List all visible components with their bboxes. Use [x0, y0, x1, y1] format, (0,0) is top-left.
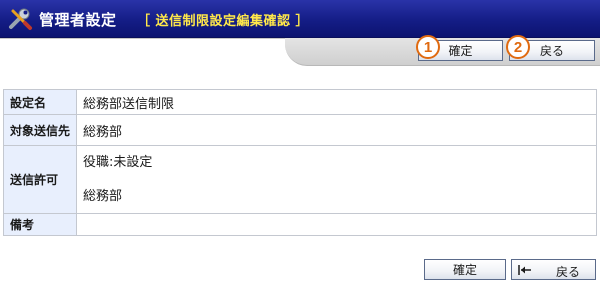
row-value-target: 総務部: [76, 114, 597, 146]
back-button-label: 戻る: [556, 265, 581, 279]
row-label-remarks: 備考: [3, 213, 77, 236]
title-bar: 管理者設定 ［ 送信制限設定編集確認 ］: [0, 0, 600, 38]
row-value-remarks: [76, 213, 597, 236]
row-label-permission: 送信許可: [3, 145, 77, 214]
back-button-label: 戻る: [539, 44, 564, 58]
detail-table: 設定名 総務部送信制限 対象送信先 総務部 送信許可 役職:未設定 総務部 備考: [3, 89, 597, 236]
row-value-setting-name: 総務部送信制限: [76, 89, 597, 115]
confirm-button-label: 確定: [448, 44, 473, 58]
row-label-setting-name: 設定名: [3, 89, 77, 115]
page-subtitle: ［ 送信制限設定編集確認 ］: [137, 14, 310, 29]
table-row: 対象送信先 総務部: [3, 114, 597, 146]
table-row: 送信許可 役職:未設定 総務部: [3, 145, 597, 214]
table-row: 備考: [3, 213, 597, 236]
back-button-bottom[interactable]: 戻る: [511, 259, 596, 280]
confirm-button-label: 確定: [452, 263, 477, 277]
back-arrow-icon: [518, 264, 532, 276]
tools-icon: [6, 5, 34, 33]
table-row: 設定名 総務部送信制限: [3, 89, 597, 115]
confirm-button-bottom[interactable]: 確定: [424, 259, 506, 280]
step-badge-2: 2: [506, 35, 530, 59]
row-label-target: 対象送信先: [3, 114, 77, 146]
permission-line-group: 総務部: [83, 188, 123, 204]
permission-line-role: 役職:未設定: [83, 154, 153, 170]
page-title: 管理者設定: [39, 11, 117, 29]
step-badge-1: 1: [416, 35, 440, 59]
row-value-permission: 役職:未設定 総務部: [76, 145, 597, 214]
